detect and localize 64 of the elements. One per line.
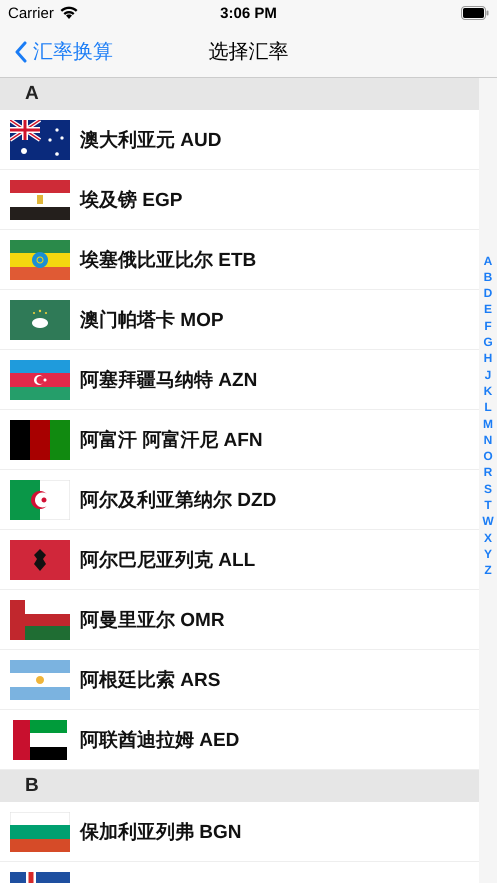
flag-icon	[10, 812, 70, 852]
flag-icon	[10, 540, 70, 580]
currency-row[interactable]: 保加利亚列弗 BGN	[0, 802, 479, 862]
index-letter[interactable]: K	[484, 382, 492, 400]
flag-icon	[10, 660, 70, 700]
currency-name: 澳门帕塔卡 MOP	[80, 308, 224, 332]
currency-name: 阿富汗 阿富汗尼 AFN	[80, 428, 263, 452]
index-letter[interactable]: M	[483, 416, 493, 432]
index-letter[interactable]: F	[484, 318, 492, 334]
currency-row[interactable]: 阿根廷比索 ARS	[0, 650, 479, 710]
currency-name: 保加利亚列弗 BGN	[80, 820, 242, 844]
index-letter[interactable]: B	[484, 268, 492, 286]
index-letter[interactable]: S	[484, 480, 492, 497]
index-letter[interactable]: O	[483, 448, 493, 464]
flag-icon	[10, 480, 70, 520]
currency-name: 埃塞俄比亚比尔 ETB	[80, 248, 256, 272]
index-letter[interactable]: Z	[484, 562, 492, 578]
index-letter[interactable]: X	[484, 530, 492, 546]
currency-row[interactable]: 阿富汗 阿富汗尼 AFN	[0, 410, 479, 470]
currency-row[interactable]: 阿尔及利亚第纳尔 DZD	[0, 470, 479, 530]
flag-icon	[10, 120, 70, 160]
currency-name: 阿根廷比索 ARS	[80, 668, 220, 692]
nav-title: 选择汇率	[208, 40, 288, 65]
index-letter[interactable]: W	[482, 513, 494, 530]
index-letter[interactable]: A	[484, 252, 492, 269]
back-button[interactable]: 汇率换算	[0, 38, 113, 65]
flag-icon	[10, 600, 70, 640]
currency-row[interactable]: 阿塞拜疆马纳特 AZN	[0, 350, 479, 410]
index-letter[interactable]: R	[484, 464, 492, 481]
index-letter[interactable]: J	[484, 366, 492, 383]
index-letter[interactable]: H	[484, 350, 492, 367]
flag-icon	[10, 420, 70, 460]
flag-icon	[10, 360, 70, 400]
currency-row[interactable]: 澳门帕塔卡 MOP	[0, 290, 479, 350]
status-time: 3:06 PM	[220, 4, 277, 22]
currency-row[interactable]: 埃及镑 EGP	[0, 170, 479, 230]
chevron-left-icon	[14, 40, 27, 62]
currency-name: 阿联酋迪拉姆 AED	[80, 728, 240, 752]
flag-icon	[10, 720, 70, 760]
wifi-icon	[58, 6, 79, 20]
flag-icon	[10, 300, 70, 340]
currency-name: 埃及镑 EGP	[80, 188, 182, 212]
flag-icon	[10, 180, 70, 220]
index-letter[interactable]: G	[483, 334, 493, 350]
currency-row[interactable]: 阿尔巴尼亚列克 ALL	[0, 530, 479, 590]
currency-name: 阿尔及利亚第纳尔 DZD	[80, 488, 276, 512]
section-header: B	[0, 770, 479, 802]
currency-name: 阿曼里亚尔 OMR	[80, 608, 225, 632]
battery-icon	[461, 6, 489, 20]
index-letter[interactable]: T	[484, 496, 492, 514]
currency-row[interactable]: 澳大利亚元 AUD	[0, 110, 479, 170]
index-letter[interactable]: Y	[484, 546, 492, 562]
section-header: A	[0, 78, 479, 110]
index-letter[interactable]: D	[484, 285, 492, 302]
index-letter[interactable]: E	[484, 301, 492, 318]
currency-name: 阿塞拜疆马纳特 AZN	[80, 368, 258, 392]
currency-row[interactable]: 埃塞俄比亚比尔 ETB	[0, 230, 479, 290]
flag-icon	[10, 240, 70, 280]
currency-name: 澳大利亚元 AUD	[80, 128, 222, 152]
index-letter[interactable]: L	[484, 399, 492, 416]
currency-name: 阿尔巴尼亚列克 ALL	[80, 548, 256, 572]
currency-row[interactable]: 阿曼里亚尔 OMR	[0, 590, 479, 650]
index-letter[interactable]: N	[484, 432, 492, 448]
carrier-label: Carrier	[8, 4, 54, 22]
